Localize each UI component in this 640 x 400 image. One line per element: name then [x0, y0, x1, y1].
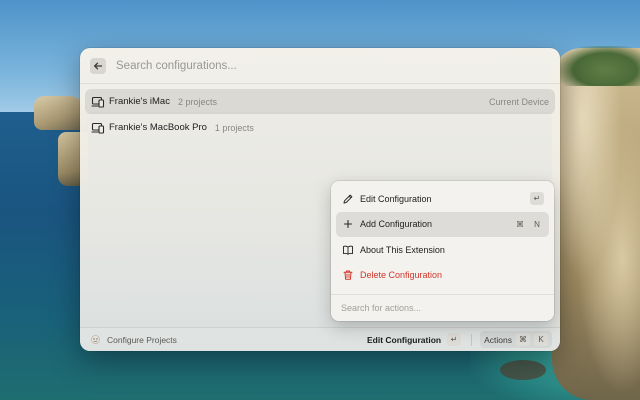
action-delete-configuration[interactable]: Delete Configuration	[336, 263, 549, 288]
action-list: Edit Configuration ↵ Add Configuration ⌘…	[336, 186, 549, 288]
footer-divider	[471, 333, 473, 346]
actions-label: Actions	[484, 334, 512, 345]
list-item-subtitle: 2 projects	[177, 96, 217, 107]
return-key-hint: ↵	[530, 192, 544, 205]
k-key-hint: K	[534, 333, 548, 346]
back-button[interactable]	[90, 57, 106, 74]
list-item-title: Frankie's iMac	[109, 96, 170, 107]
action-bar: Configure Projects Edit Configuration ↵ …	[80, 327, 560, 351]
primary-action-label: Edit Configuration	[366, 334, 442, 345]
wallpaper-cliff-left	[34, 96, 86, 130]
return-key-hint: ↵	[447, 333, 462, 346]
action-about-extension[interactable]: About This Extension	[336, 237, 549, 262]
command-key-hint: ⌘	[513, 217, 527, 231]
wallpaper-cliff-right	[552, 48, 640, 400]
search-input[interactable]	[116, 59, 516, 72]
list-item-title: Frankie's MacBook Pro	[109, 122, 207, 133]
wallpaper-rock	[500, 360, 546, 380]
action-label: About This Extension	[360, 244, 445, 255]
command-key-hint: ⌘	[516, 333, 530, 346]
action-edit-configuration[interactable]: Edit Configuration ↵	[336, 186, 549, 211]
action-panel: Edit Configuration ↵ Add Configuration ⌘…	[331, 181, 554, 321]
action-search-bar	[331, 294, 554, 321]
search-bar	[80, 48, 560, 84]
book-icon	[342, 244, 354, 256]
action-search-input[interactable]	[341, 303, 541, 313]
action-label: Delete Configuration	[360, 270, 443, 281]
devices-icon	[91, 122, 105, 134]
action-label: Add Configuration	[360, 219, 433, 230]
list-item-subtitle: 1 projects	[214, 122, 254, 133]
n-key-hint: N	[530, 217, 544, 231]
primary-action-button[interactable]: Edit Configuration ↵	[366, 333, 462, 346]
devices-icon	[91, 96, 105, 108]
action-add-configuration[interactable]: Add Configuration ⌘ N	[336, 211, 549, 237]
actions-button[interactable]: Actions ⌘ K	[480, 331, 552, 348]
pencil-icon	[342, 193, 354, 205]
extension-icon	[91, 335, 100, 344]
wallpaper-vegetation	[560, 46, 640, 86]
configuration-list: Frankie's iMac 2 projects Current Device…	[85, 89, 555, 141]
list-item-accessory: Current Device	[488, 96, 549, 107]
action-shortcut: ↵	[527, 192, 544, 205]
action-label: Edit Configuration	[360, 193, 432, 204]
list-item[interactable]: Frankie's MacBook Pro 1 projects	[85, 115, 555, 140]
extension-name: Configure Projects	[107, 334, 177, 345]
trash-icon	[342, 269, 354, 281]
list-item[interactable]: Frankie's iMac 2 projects Current Device	[85, 89, 555, 114]
action-shortcut: ⌘ N	[510, 217, 544, 231]
arrow-left-icon	[94, 62, 103, 69]
plus-icon	[342, 218, 354, 230]
